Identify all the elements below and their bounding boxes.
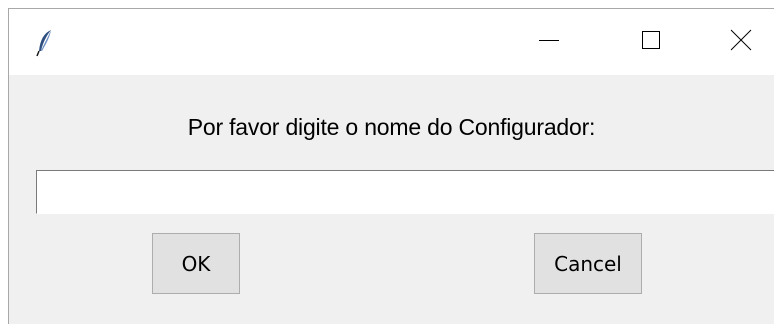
title-bar[interactable] (9, 9, 774, 75)
minimize-icon (538, 29, 560, 56)
feather-icon (35, 29, 55, 57)
name-input[interactable] (36, 170, 774, 214)
close-icon (729, 28, 753, 57)
dialog-body: Por favor digite o nome do Configurador:… (9, 75, 774, 325)
dialog-window: Por favor digite o nome do Configurador:… (8, 8, 774, 324)
close-button[interactable] (711, 17, 771, 67)
cancel-button[interactable]: Cancel (534, 233, 642, 294)
prompt-label: Por favor digite o nome do Configurador: (187, 114, 596, 140)
ok-button[interactable]: OK (152, 233, 240, 294)
minimize-button[interactable] (519, 17, 579, 67)
maximize-button[interactable] (621, 17, 681, 67)
maximize-icon (640, 29, 662, 56)
